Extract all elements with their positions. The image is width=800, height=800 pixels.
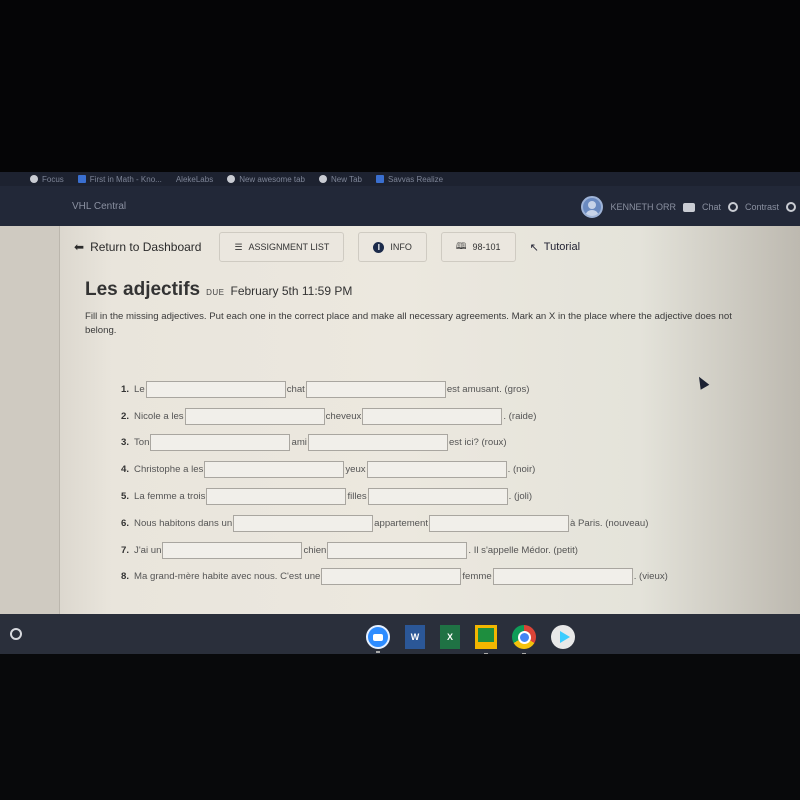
contrast-link[interactable]: Contrast (745, 202, 779, 212)
answer-field[interactable] (307, 434, 448, 452)
bookmark-new-tab[interactable]: New Tab (319, 175, 362, 184)
running-indicator (376, 651, 380, 653)
answer-field[interactable] (492, 568, 633, 586)
answer-field[interactable] (204, 461, 345, 479)
answer-field[interactable] (366, 461, 507, 479)
exercise-item: 5. La femme a trois filles . (joli) (121, 483, 668, 510)
info-button[interactable]: i INFO (358, 232, 427, 262)
assignment-page: ⬅ Return to Dashboard ☰ ASSIGNMENT LIST … (0, 226, 800, 614)
exercise-list: 1. Le chat est amusant. (gros) 2. Nicole… (121, 376, 668, 590)
exercise-item: 4. Christophe a les yeux . (noir) (121, 456, 668, 483)
answer-field[interactable] (367, 488, 508, 506)
instructions: Fill in the missing adjectives. Put each… (85, 311, 732, 336)
classroom-app-icon[interactable] (475, 625, 497, 655)
zoom-app-icon[interactable] (366, 625, 390, 653)
due-date: February 5th 11:59 PM (230, 284, 353, 298)
answer-field[interactable] (145, 380, 286, 398)
chat-icon (682, 202, 695, 212)
arrow-up-left-icon: ↖ (529, 241, 539, 254)
user-name[interactable]: KENNETH ORR (610, 202, 676, 212)
answer-field[interactable] (233, 514, 374, 532)
bookmark-savvas-realize[interactable]: Savvas Realize (375, 175, 443, 184)
bookmark-new-awesome-tab[interactable]: New awesome tab (227, 175, 305, 184)
brand-logo[interactable]: VHL Central (72, 201, 126, 212)
back-arrow-icon: ⬅ (74, 240, 85, 254)
list-icon: ☰ (234, 241, 243, 252)
answer-field[interactable] (327, 541, 468, 559)
assignment-header: Les adjectifs DUE February 5th 11:59 PM (85, 279, 352, 301)
excel-app-icon[interactable]: X (440, 625, 460, 649)
answer-field[interactable] (206, 488, 347, 506)
os-shelf: W X (0, 614, 800, 655)
mouse-cursor-icon (694, 374, 710, 390)
pinned-apps: W X (366, 625, 575, 655)
book-icon: 🕮 (455, 241, 467, 251)
globe-icon (227, 175, 236, 183)
screen: Focus First in Math - Kno... AlekeLabs N… (0, 0, 800, 800)
assignment-nav: ⬅ Return to Dashboard ☰ ASSIGNMENT LIST … (60, 226, 800, 268)
exercise-item: 1. Le chat est amusant. (gros) (121, 376, 668, 403)
textbook-pages-button[interactable]: 🕮 98-101 (440, 232, 516, 262)
exercise-item: 3. Ton ami est ici? (roux) (121, 430, 668, 457)
exercise-item: 8. Ma grand-mère habite avec nous. C'est… (121, 564, 668, 591)
answer-field[interactable] (184, 407, 325, 425)
due-label: DUE (206, 288, 225, 297)
assignment-list-button[interactable]: ☰ ASSIGNMENT LIST (219, 232, 345, 262)
tutorial-link[interactable]: ↖ Tutorial (530, 241, 581, 254)
chrome-app-icon[interactable] (512, 625, 536, 655)
help-icon[interactable] (786, 202, 796, 212)
avatar[interactable] (581, 196, 604, 218)
exercise-item: 2. Nicole a les cheveux . (raide) (121, 403, 668, 430)
answer-field[interactable] (362, 407, 503, 425)
globe-icon (30, 175, 38, 183)
contrast-icon (727, 202, 738, 212)
bookmark-focus[interactable]: Focus (30, 175, 64, 184)
laptop-bezel (0, 654, 800, 800)
bookmark-alekelabs[interactable]: AlekeLabs (176, 175, 213, 184)
answer-field[interactable] (162, 541, 303, 559)
page-title: Les adjectifs (85, 279, 201, 300)
answer-field[interactable] (321, 568, 462, 586)
site-header: VHL Central KENNETH ORR Chat Contrast (0, 186, 800, 226)
answer-field[interactable] (305, 380, 446, 398)
return-to-dashboard-link[interactable]: ⬅ Return to Dashboard (74, 240, 201, 254)
word-app-icon[interactable]: W (405, 625, 425, 649)
user-area: KENNETH ORR Chat Contrast (581, 196, 800, 218)
chat-link[interactable]: Chat (702, 202, 721, 212)
exercise-item: 6. Nous habitons dans un appartement à P… (121, 510, 668, 537)
launcher-icon[interactable] (10, 628, 22, 640)
savvas-icon (375, 175, 384, 183)
info-icon: i (373, 241, 385, 253)
bookmarks-bar: Focus First in Math - Kno... AlekeLabs N… (0, 172, 800, 186)
exercise-item: 7. J'ai un chien . Il s'appelle Médor. (… (121, 537, 668, 564)
globe-icon (319, 175, 327, 183)
bookmark-first-in-math[interactable]: First in Math - Kno... (77, 175, 162, 184)
left-strip (0, 226, 60, 614)
fm-icon (77, 175, 86, 183)
answer-field[interactable] (150, 434, 291, 452)
play-store-app-icon[interactable] (551, 625, 575, 649)
answer-field[interactable] (429, 514, 570, 532)
